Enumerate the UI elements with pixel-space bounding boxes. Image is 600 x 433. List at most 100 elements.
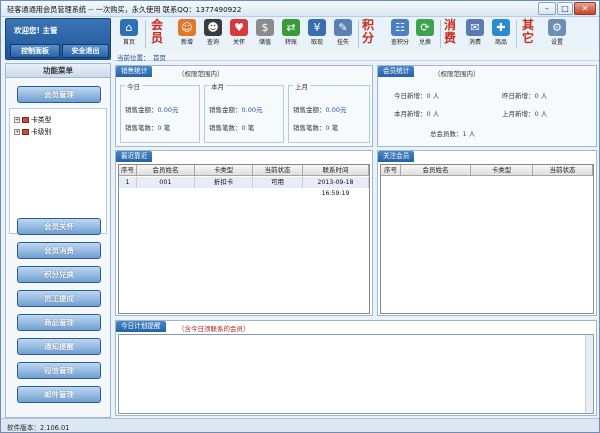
control-panel-button[interactable]: 控制面板	[10, 44, 60, 58]
title-bar: 轻客通通用会员管理系统 -- 一次购买，永久使用 联系QQ：1377490922…	[1, 1, 599, 17]
toolbar-search[interactable]: ☻ 查询	[201, 18, 225, 50]
toolbar-withdraw[interactable]: ¥ 取现	[305, 18, 329, 50]
member-management-button[interactable]: 会员管理	[17, 86, 101, 103]
toolbar-label: 挂失	[336, 39, 349, 46]
toolbar-label: 取现	[310, 39, 323, 46]
notification-button[interactable]: 通知提醒	[17, 338, 101, 355]
column-header[interactable]: 会员姓名	[137, 165, 195, 176]
plan-tab[interactable]: 今日计划提醒	[116, 321, 166, 332]
breadcrumb: 当前位置： 首页	[113, 50, 599, 62]
toolbar-label: 关怀	[232, 39, 245, 46]
toolbar-settings[interactable]: ⚙ 设置	[544, 18, 570, 50]
plan-note: （含今日须联系的会员）	[178, 325, 250, 333]
function-menu: 功能菜单 会员管理 + 卡类型 + 卡级别 会员关怀 会员消费 积分兑换 员工提成 …	[5, 63, 111, 418]
staff-commission-button[interactable]: 员工提成	[17, 290, 101, 307]
window-title: 轻客通通用会员管理系统 -- 一次购买，永久使用 联系QQ：1377490922	[7, 5, 242, 14]
cell-type: 折扣卡	[195, 177, 253, 188]
toolbar-label: 转账	[284, 39, 297, 46]
month-count: 销售笔数：0 笔	[209, 124, 255, 132]
toolbar-label: 设置	[550, 39, 563, 46]
member-stats-panel: 会员统计 （权限范围内） 今日新增：0 人 昨日新增：0 人 本月新增：0 人 …	[377, 65, 597, 147]
expand-icon[interactable]: +	[14, 117, 20, 123]
toolbar-goods[interactable]: ✚ 商品	[489, 18, 513, 50]
toolbar-separator	[145, 20, 146, 48]
toolbar-add[interactable]: ☺ 新增	[175, 18, 199, 50]
cash-icon: ¥	[308, 19, 326, 36]
toolbar-label: 查询	[206, 39, 219, 46]
sales-stats-tab[interactable]: 销售统计	[116, 66, 153, 77]
follow-table: 序号 会员姓名 卡类型 当前状态	[380, 164, 594, 314]
column-header[interactable]: 序号	[381, 165, 401, 176]
welcome-text: 欢迎您! 主管	[14, 26, 58, 35]
column-header[interactable]: 序号	[119, 165, 137, 176]
member-stats-tab[interactable]: 会员统计	[378, 66, 415, 77]
follow-tab[interactable]: 关注会员	[378, 151, 415, 162]
group-member-label: 会员	[150, 18, 163, 45]
welcome-panel: 欢迎您! 主管 控制面板 安全退出	[5, 18, 111, 60]
column-header[interactable]: 卡类型	[471, 165, 533, 176]
member-care-button[interactable]: 会员关怀	[17, 218, 101, 235]
version-text: 软件版本：2.106.01	[7, 424, 70, 432]
toolbar-exchange[interactable]: ⟳ 兑换	[413, 18, 437, 50]
logout-button[interactable]: 安全退出	[62, 44, 109, 58]
recent-table: 序号 会员姓名 卡类型 当前状态 联系时间 1 001 折扣卡 可用 2013-…	[118, 164, 370, 314]
cell-name: 001	[137, 177, 195, 188]
hammer-icon: ✎	[334, 19, 352, 36]
table-row[interactable]: 1 001 折扣卡 可用 2013-09-18 16:59:19	[119, 177, 369, 197]
yesterday-new-members: 昨日新增：0 人	[502, 92, 548, 100]
settings-icon: ⚙	[548, 19, 566, 36]
toolbar-label: 储值	[258, 39, 271, 46]
column-header[interactable]: 卡类型	[195, 165, 253, 176]
cell-status: 可用	[253, 177, 303, 188]
toolbar-label: 商品	[494, 39, 507, 46]
mail-management-button[interactable]: 邮件管理	[17, 386, 101, 403]
maximize-button[interactable]: □	[557, 2, 573, 15]
app-window: 轻客通通用会员管理系统 -- 一次购买，永久使用 联系QQ：1377490922…	[0, 0, 600, 433]
toolbar-transfer[interactable]: ⇄ 转账	[279, 18, 303, 50]
toolbar-consume[interactable]: ✉ 消费	[463, 18, 487, 50]
recent-panel: 最近靠近 序号 会员姓名 卡类型 当前状态 联系时间 1 001 折扣卡 可用 …	[115, 150, 373, 316]
sms-management-button[interactable]: 短信管理	[17, 362, 101, 379]
home-icon: ⌂	[120, 19, 138, 36]
minimize-button[interactable]: –	[538, 2, 556, 15]
expand-icon[interactable]: +	[14, 129, 20, 135]
close-button[interactable]: ✕	[574, 2, 596, 15]
today-new-members: 今日新增：0 人	[394, 92, 440, 100]
recent-tab[interactable]: 最近靠近	[116, 151, 153, 162]
toolbar-report-loss[interactable]: ✎ 挂失	[331, 18, 355, 50]
cell-time: 2013-09-18 16:59:19	[303, 177, 369, 197]
sales-stats-note: （权限范围内）	[178, 70, 224, 78]
toolbar-separator	[516, 20, 517, 48]
breadcrumb-current[interactable]: 首页	[153, 52, 166, 62]
toolbar-deposit[interactable]: $ 储值	[253, 18, 277, 50]
toolbar-label: 查积分	[390, 39, 409, 46]
heart-icon: ♥	[230, 19, 248, 36]
total-members: 总会员数：1 人	[430, 130, 476, 138]
points-query-icon: ☷	[391, 19, 409, 36]
column-header[interactable]: 联系时间	[303, 165, 369, 176]
points-exchange-button[interactable]: 积分兑换	[17, 266, 101, 283]
breadcrumb-label: 当前位置：	[117, 54, 150, 62]
consume-icon: ✉	[466, 19, 484, 36]
plan-list[interactable]	[118, 334, 594, 414]
follow-panel: 关注会员 序号 会员姓名 卡类型 当前状态	[377, 150, 597, 316]
column-header[interactable]: 当前状态	[253, 165, 303, 176]
plan-scrollbar[interactable]	[585, 335, 593, 413]
goods-management-button[interactable]: 商品管理	[17, 314, 101, 331]
toolbar-separator	[358, 20, 359, 48]
toolbar-home[interactable]: ⌂ 首页	[117, 18, 141, 50]
tree-item-card-level[interactable]: + 卡级别	[14, 126, 51, 136]
card-icon	[22, 129, 29, 135]
member-stats-note: （权限范围内）	[434, 70, 480, 78]
column-header[interactable]: 当前状态	[533, 165, 593, 176]
sales-month-group: 本月 销售金额：0.00元 销售笔数：0 笔	[204, 81, 284, 143]
toolbar-label: 消费	[468, 39, 481, 46]
group-points-label: 积分	[361, 18, 374, 45]
group-title: 今日	[125, 81, 142, 91]
tree-item-card-type[interactable]: + 卡类型	[14, 114, 51, 124]
toolbar-label: 首页	[122, 39, 135, 46]
member-consume-button[interactable]: 会员消费	[17, 242, 101, 259]
column-header[interactable]: 会员姓名	[401, 165, 471, 176]
toolbar-points-query[interactable]: ☷ 查积分	[388, 18, 412, 50]
toolbar-care[interactable]: ♥ 关怀	[227, 18, 251, 50]
